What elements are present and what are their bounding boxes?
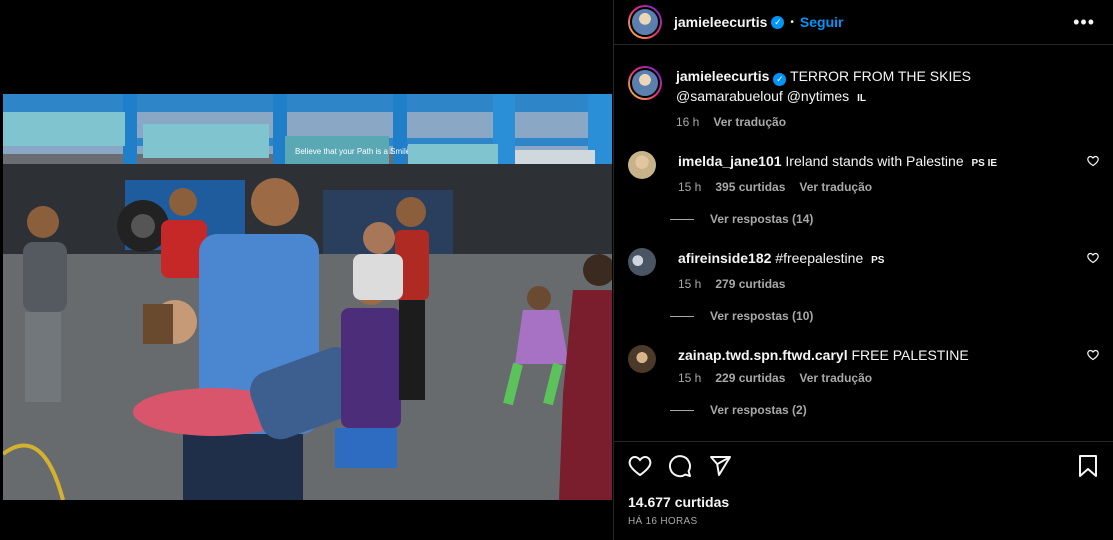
commenter-avatar[interactable] [628,345,656,373]
replies-label: Ver respostas (10) [710,309,814,323]
comment-item: zainap.twd.spn.ftwd.caryl FREE PALESTINE… [614,345,1113,385]
comment-item: imelda_jane101 Ireland stands with Pales… [614,151,1113,194]
translate-link[interactable]: Ver tradução [713,115,786,129]
commenter-avatar[interactable] [628,248,656,276]
photo-illustration: Believe that your Path is a Smile from o… [3,94,612,500]
media-viewer: Believe that your Path is a Smile from o… [0,0,613,540]
commenter-avatar[interactable] [628,151,656,179]
comment-meta: 15 h 279 curtidas [678,277,1068,291]
replies-label: Ver respostas (2) [710,403,807,417]
comment-likes[interactable]: 395 curtidas [715,180,785,194]
comment-meta: 15 h 395 curtidas Ver tradução [678,180,1068,194]
like-comment-heart-icon[interactable] [1087,349,1099,361]
comment-username[interactable]: imelda_jane101 [678,153,782,169]
comment-text: FREE PALESTINE [851,347,969,363]
view-replies-button[interactable]: Ver respostas (10) [670,309,1113,323]
separator-dot: • [790,16,794,28]
view-replies-button[interactable]: Ver respostas (14) [670,212,1113,226]
share-paper-plane-icon[interactable] [708,454,732,478]
comment-username[interactable]: afireinside182 [678,250,771,266]
action-bar [614,442,1113,478]
post-footer: 14.677 curtidas HÁ 16 HORAS [614,441,1113,540]
post-side-panel: jamieleecurtis ✓ • Seguir ••• jamieleecu… [613,0,1113,540]
translate-link[interactable]: Ver tradução [799,371,872,385]
view-replies-button[interactable]: Ver respostas (2) [670,403,1113,417]
comment-likes[interactable]: 279 curtidas [715,277,785,291]
like-comment-heart-icon[interactable] [1087,155,1099,167]
replies-divider [670,218,694,220]
follow-button[interactable]: Seguir [800,14,844,30]
caption-time: 16 h [676,115,700,129]
comment-likes[interactable]: 229 curtidas [715,371,785,385]
post-header: jamieleecurtis ✓ • Seguir ••• [614,0,1113,45]
caption-author-avatar[interactable] [628,66,662,100]
more-options-icon[interactable]: ••• [1073,12,1095,33]
verified-icon: ✓ [771,15,785,29]
comment-item: afireinside182 #freepalestine PS 15 h 27… [614,248,1113,291]
post-timestamp: HÁ 16 HORAS [628,516,698,527]
caption-username[interactable]: jamieleecurtis [676,68,769,84]
replies-label: Ver respostas (14) [710,212,814,226]
comment-time: 15 h [678,180,702,194]
author-avatar[interactable] [628,5,662,39]
like-comment-heart-icon[interactable] [1087,252,1099,264]
flag-emoji: IL [857,93,866,104]
comment-username[interactable]: zainap.twd.spn.ftwd.caryl [678,347,848,363]
comments-list[interactable]: jamieleecurtis ✓ TERROR FROM THE SKIES @s… [614,56,1113,442]
like-heart-icon[interactable] [628,454,652,478]
replies-divider [670,315,694,317]
comment-text: Ireland stands with Palestine [785,153,964,169]
bookmark-icon[interactable] [1077,454,1099,478]
comment-time: 15 h [678,277,702,291]
caption: jamieleecurtis ✓ TERROR FROM THE SKIES @s… [614,66,1113,129]
flag-emoji: PS [871,255,885,266]
translate-link[interactable]: Ver tradução [799,180,872,194]
likes-count[interactable]: 14.677 curtidas [614,478,1113,510]
flag-emoji: PS IE [971,158,998,169]
author-username[interactable]: jamieleecurtis [674,14,767,30]
caption-meta: 16 h Ver tradução [676,115,1076,129]
comment-time: 15 h [678,371,702,385]
comment-bubble-icon[interactable] [668,454,692,478]
comment-meta: 15 h 229 curtidas Ver tradução [678,371,1068,385]
comment-text: #freepalestine [775,250,864,266]
replies-divider [670,409,694,411]
verified-icon: ✓ [773,73,787,86]
post-photo[interactable]: Believe that your Path is a Smile from o… [3,94,612,500]
